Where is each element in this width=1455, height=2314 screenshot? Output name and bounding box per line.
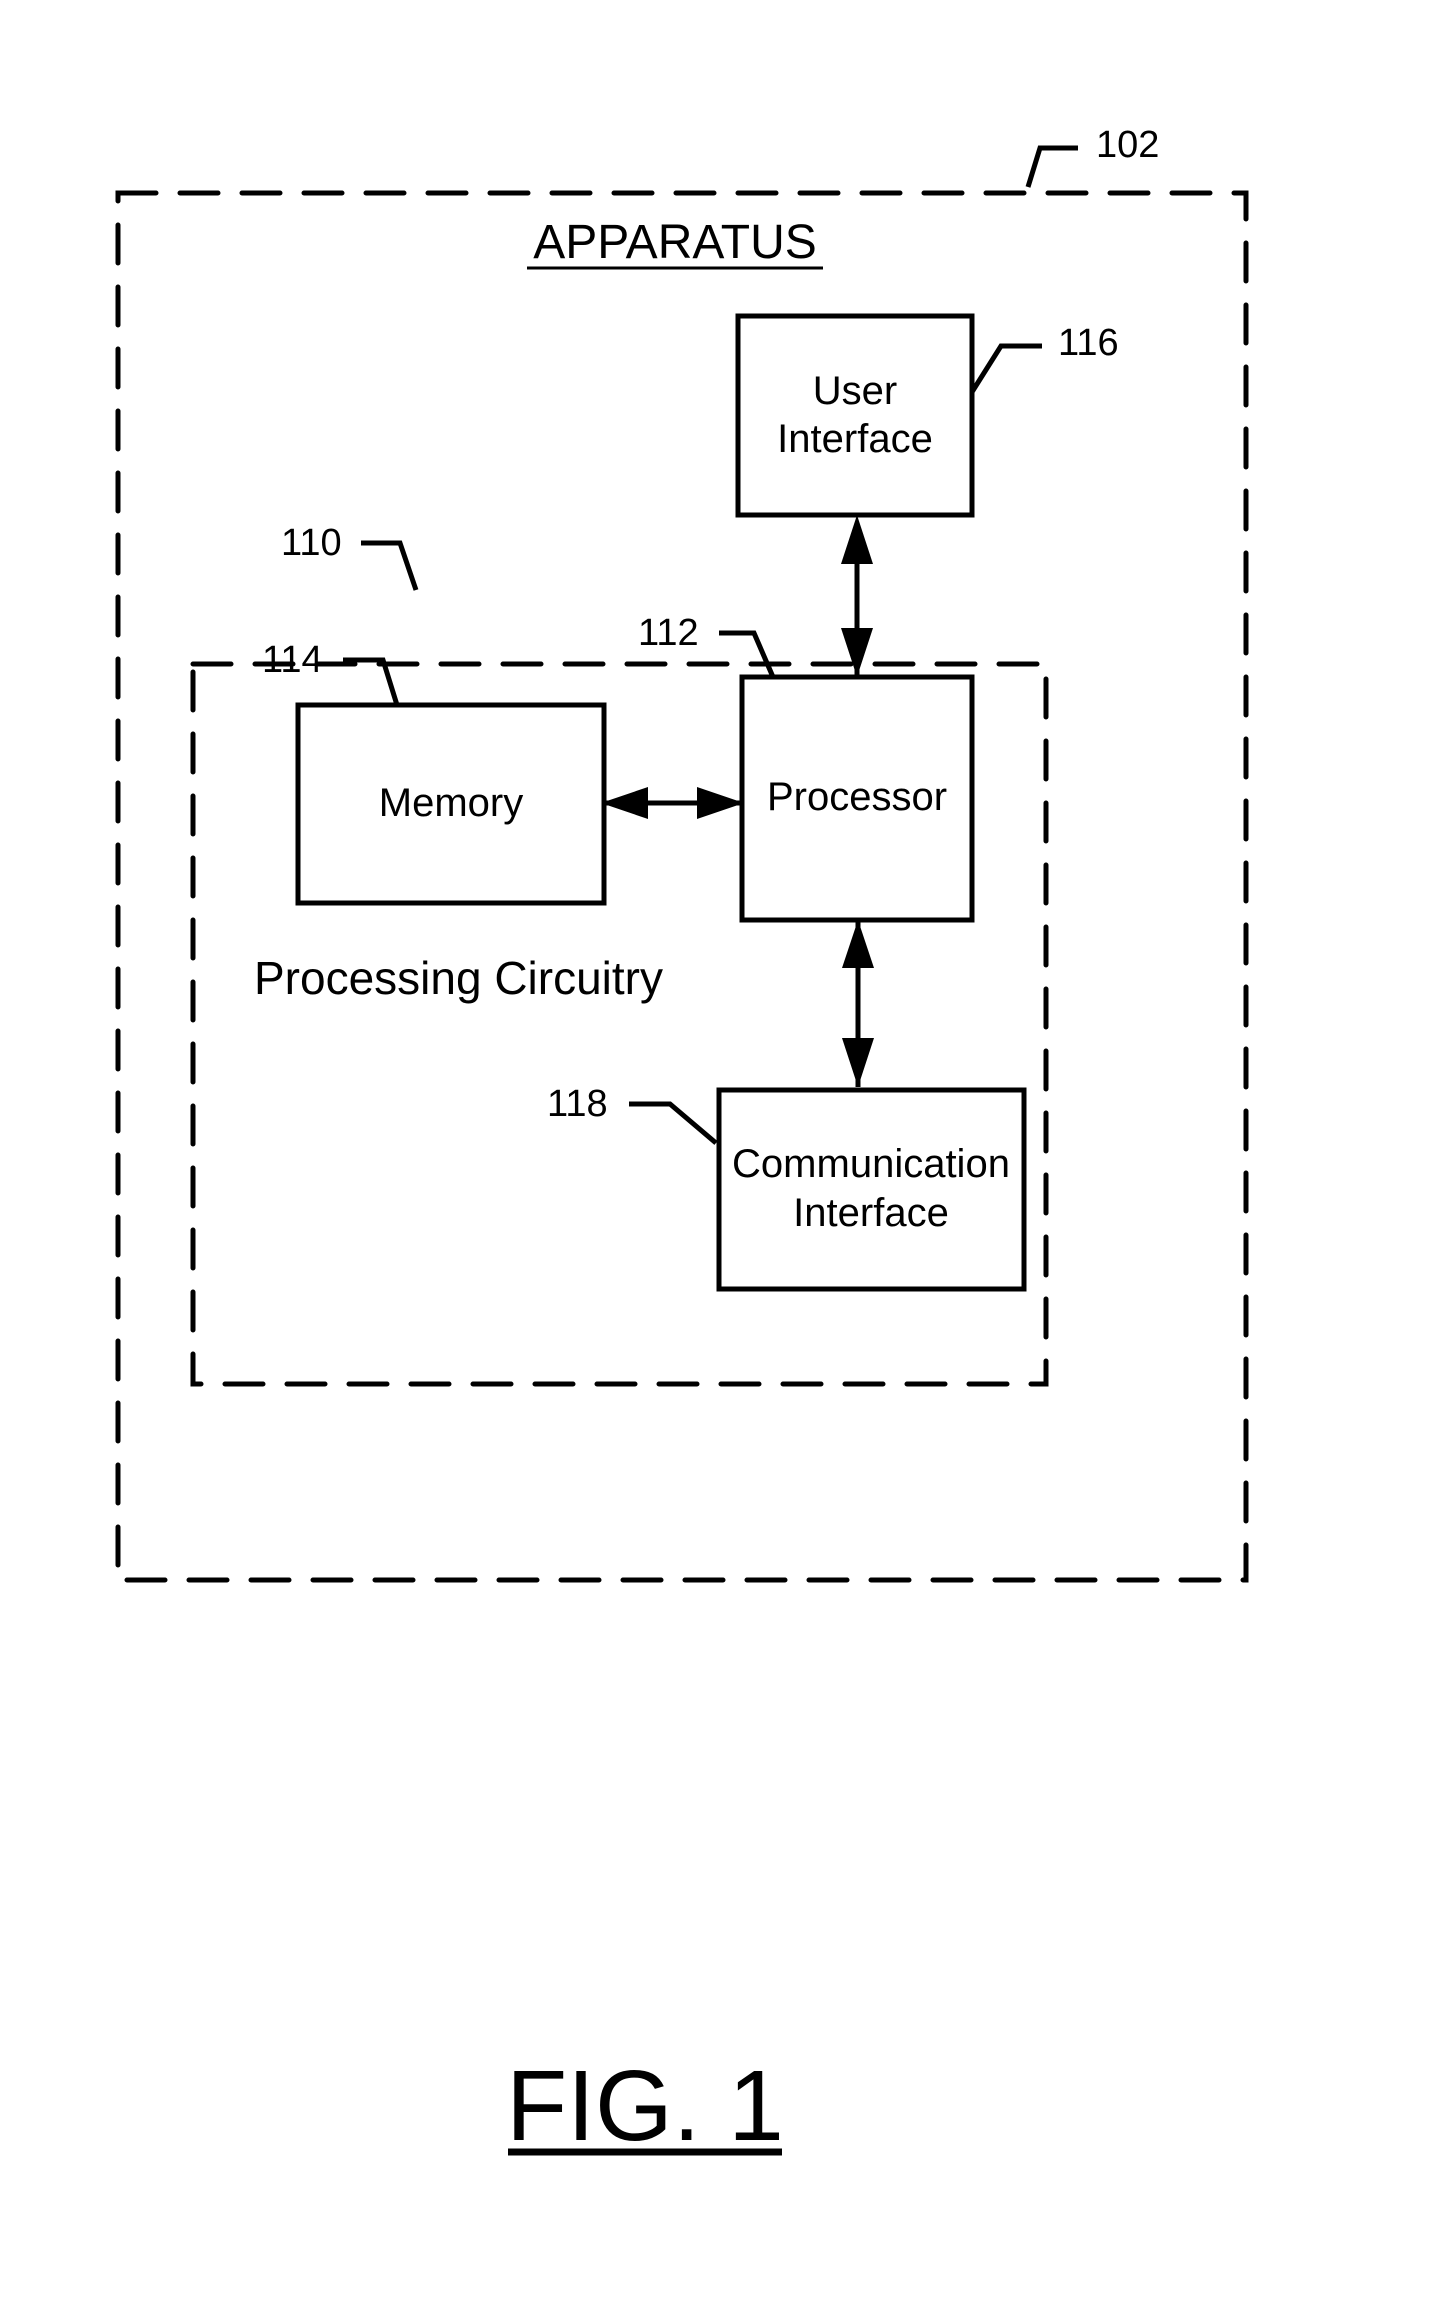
- processing-circuitry-title: Processing Circuitry: [254, 952, 663, 1004]
- arrowhead-up: [841, 515, 873, 564]
- arrowhead-up: [842, 920, 874, 968]
- processor-label: Processor: [767, 775, 947, 819]
- arrowhead-left: [601, 787, 648, 819]
- arrowhead-right: [697, 787, 744, 819]
- apparatus-boundary: [115, 190, 1249, 1583]
- memory-label: Memory: [379, 781, 523, 825]
- processor-ref: 112: [638, 612, 699, 654]
- processor-block: Processor: [739, 674, 975, 923]
- user-interface-label-line2: Interface: [777, 417, 933, 461]
- user-interface-ref: 116: [1058, 322, 1119, 364]
- processor-ref-leader: [719, 630, 776, 678]
- user-interface-label-line1: User: [813, 369, 897, 413]
- processing-circuitry-ref: 110: [281, 522, 342, 564]
- user-interface-ref-leader: [969, 343, 1042, 394]
- processing-circuitry-ref-leader: [361, 540, 419, 591]
- communication-interface-block: Communication Interface: [716, 1087, 1027, 1292]
- figure-caption: FIG. 1: [506, 2050, 784, 2162]
- communication-interface-label-line2: Interface: [793, 1191, 949, 1235]
- user-interface-block: User Interface: [735, 313, 975, 518]
- arrow-processor-comm: [842, 920, 874, 1087]
- arrowhead-down: [841, 628, 873, 677]
- apparatus-ref-leader: [1025, 145, 1078, 188]
- communication-interface-ref: 118: [547, 1083, 608, 1125]
- patent-figure: APPARATUS 102 Processing Circuitry 110 U…: [115, 124, 1249, 2162]
- arrow-memory-processor: [601, 787, 744, 819]
- memory-ref-leader: [343, 657, 400, 706]
- communication-interface-label-line1: Communication: [732, 1142, 1010, 1186]
- arrowhead-down: [842, 1038, 874, 1087]
- arrow-ui-processor: [841, 515, 873, 677]
- apparatus-title: APPARATUS: [533, 216, 817, 269]
- memory-ref: 114: [262, 639, 323, 681]
- communication-interface-ref-leader: [629, 1101, 718, 1145]
- apparatus-ref: 102: [1096, 124, 1159, 166]
- memory-block: Memory: [295, 702, 607, 906]
